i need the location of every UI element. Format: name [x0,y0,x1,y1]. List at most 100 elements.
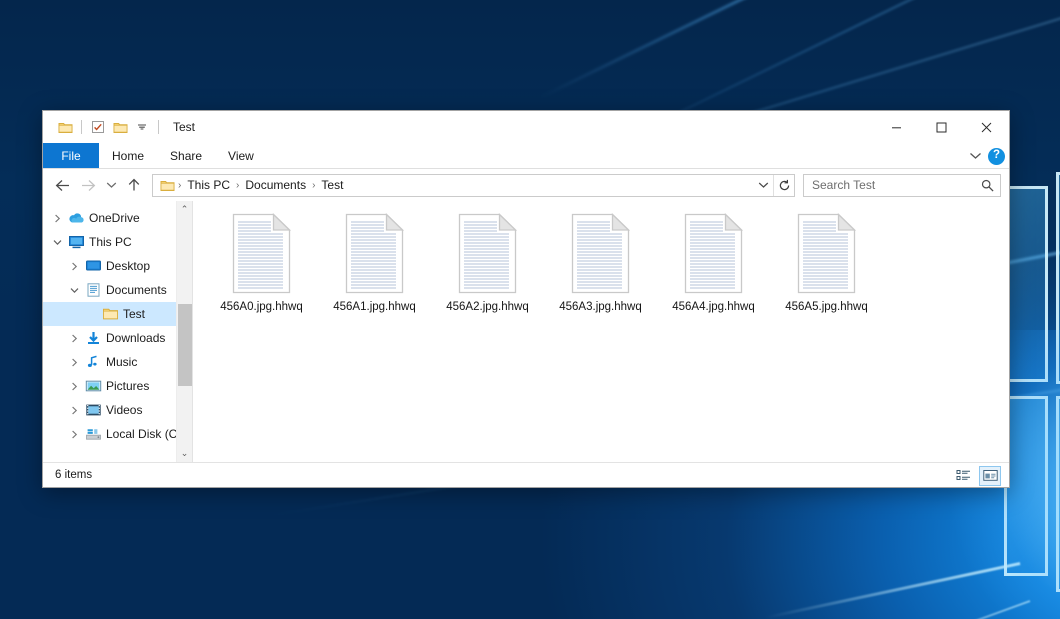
file-item[interactable]: 456A3.jpg.hhwq [544,209,657,333]
folder-icon [100,307,120,321]
sidebar-item-label: Desktop [106,259,150,273]
new-folder-icon[interactable] [109,116,131,138]
scrollbar-thumb[interactable] [178,304,192,386]
search-icon[interactable] [981,179,994,192]
sidebar-item-this-pc[interactable]: This PC [43,230,192,254]
downloads-icon [83,331,103,345]
tab-home[interactable]: Home [99,143,157,168]
sidebar-item-documents[interactable]: Documents [43,278,192,302]
sidebar-item-label: Videos [106,403,142,417]
help-button[interactable]: ? [988,148,1005,165]
file-item[interactable]: 456A2.jpg.hhwq [431,209,544,333]
file-item[interactable]: 456A0.jpg.hhwq [205,209,318,333]
sidebar-item-local-disk-c[interactable]: Local Disk (C:) [43,422,192,446]
back-button[interactable] [49,173,75,197]
toolbar-divider [158,120,159,134]
chevron-right-icon[interactable] [66,406,83,415]
chevron-right-icon[interactable] [66,334,83,343]
file-item[interactable]: 456A1.jpg.hhwq [318,209,431,333]
window-controls [874,111,1009,143]
recent-locations-button[interactable] [101,173,121,197]
chevron-down-icon[interactable] [49,239,66,246]
file-name-label: 456A5.jpg.hhwq [785,301,867,313]
navigation-scrollbar[interactable]: ⌃ ⌄ [176,201,192,462]
chevron-right-icon[interactable] [49,214,66,223]
breadcrumb: › This PC › Documents › Test [153,178,753,192]
sidebar-item-downloads[interactable]: Downloads [43,326,192,350]
search-box[interactable] [803,174,1001,197]
folder-icon[interactable] [54,116,76,138]
address-bar-controls [753,175,794,196]
ribbon-right-controls: ? [969,143,1005,169]
minimize-button[interactable] [874,111,919,143]
refresh-button[interactable] [774,175,794,196]
file-explorer-window: Test File Home Share View ? [42,110,1010,488]
breadcrumb-item-documents[interactable]: Documents [240,178,311,192]
ribbon-tab-bar: File Home Share View ? [43,143,1009,169]
document-icon [795,213,858,294]
sidebar-item-label: Documents [106,283,167,297]
expand-ribbon-button[interactable] [969,147,982,165]
document-icon [343,213,406,294]
sidebar-item-label: This PC [89,235,132,249]
breadcrumb-item-this-pc[interactable]: This PC [182,178,235,192]
scroll-down-arrow[interactable]: ⌄ [177,445,193,462]
folder-tree: OneDrive This PC Desktop Documents Test Downl… [43,206,192,446]
document-icon [682,213,745,294]
large-icons-view-button[interactable] [979,466,1001,486]
breadcrumb-item-test[interactable]: Test [316,178,348,192]
breadcrumb-folder-icon [158,179,177,192]
navigation-pane: OneDrive This PC Desktop Documents Test Downl… [43,201,193,462]
chevron-down-icon[interactable] [66,287,83,294]
tab-file[interactable]: File [43,143,99,168]
chevron-right-icon[interactable] [66,382,83,391]
search-input[interactable] [812,178,981,192]
sidebar-item-pictures[interactable]: Pictures [43,374,192,398]
view-buttons [952,463,1001,488]
scrollbar-track[interactable] [177,218,193,445]
quick-access-toolbar: Test [43,116,195,138]
up-button[interactable] [121,173,147,197]
file-name-label: 456A4.jpg.hhwq [672,301,754,313]
sidebar-item-test[interactable]: Test [43,302,192,326]
file-item[interactable]: 456A5.jpg.hhwq [770,209,883,333]
videos-icon [83,403,103,417]
status-bar: 6 items [43,462,1009,487]
properties-icon[interactable] [87,116,109,138]
file-list-pane[interactable]: 456A0.jpg.hhwq456A1.jpg.hhwq456A2.jpg.hh… [193,201,1009,462]
close-button[interactable] [964,111,1009,143]
chevron-right-icon[interactable] [66,262,83,271]
desktop-icon [83,259,103,273]
window-title: Test [173,120,195,134]
chevron-right-icon[interactable] [66,358,83,367]
title-bar: Test [43,111,1009,143]
document-icon [230,213,293,294]
documents-icon [83,283,103,297]
sidebar-item-label: Downloads [106,331,165,345]
sidebar-item-label: Pictures [106,379,149,393]
forward-button[interactable] [75,173,101,197]
sidebar-item-label: Music [106,355,137,369]
address-bar[interactable]: › This PC › Documents › Test [152,174,795,197]
disk-icon [83,427,103,441]
chevron-down-icon[interactable] [131,116,153,138]
thispc-icon [66,235,86,249]
sidebar-item-label: Local Disk (C:) [106,427,185,441]
tab-view[interactable]: View [215,143,267,168]
sidebar-item-desktop[interactable]: Desktop [43,254,192,278]
toolbar-divider [81,120,82,134]
sidebar-item-label: Test [123,307,145,321]
file-name-label: 456A3.jpg.hhwq [559,301,641,313]
chevron-right-icon[interactable] [66,430,83,439]
sidebar-item-music[interactable]: Music [43,350,192,374]
file-item[interactable]: 456A4.jpg.hhwq [657,209,770,333]
details-view-button[interactable] [952,466,974,486]
sidebar-item-onedrive[interactable]: OneDrive [43,206,192,230]
scroll-up-arrow[interactable]: ⌃ [177,201,193,218]
tab-share[interactable]: Share [157,143,215,168]
file-grid: 456A0.jpg.hhwq456A1.jpg.hhwq456A2.jpg.hh… [205,209,1009,333]
maximize-button[interactable] [919,111,964,143]
sidebar-item-videos[interactable]: Videos [43,398,192,422]
address-dropdown-button[interactable] [753,175,773,196]
document-icon [569,213,632,294]
